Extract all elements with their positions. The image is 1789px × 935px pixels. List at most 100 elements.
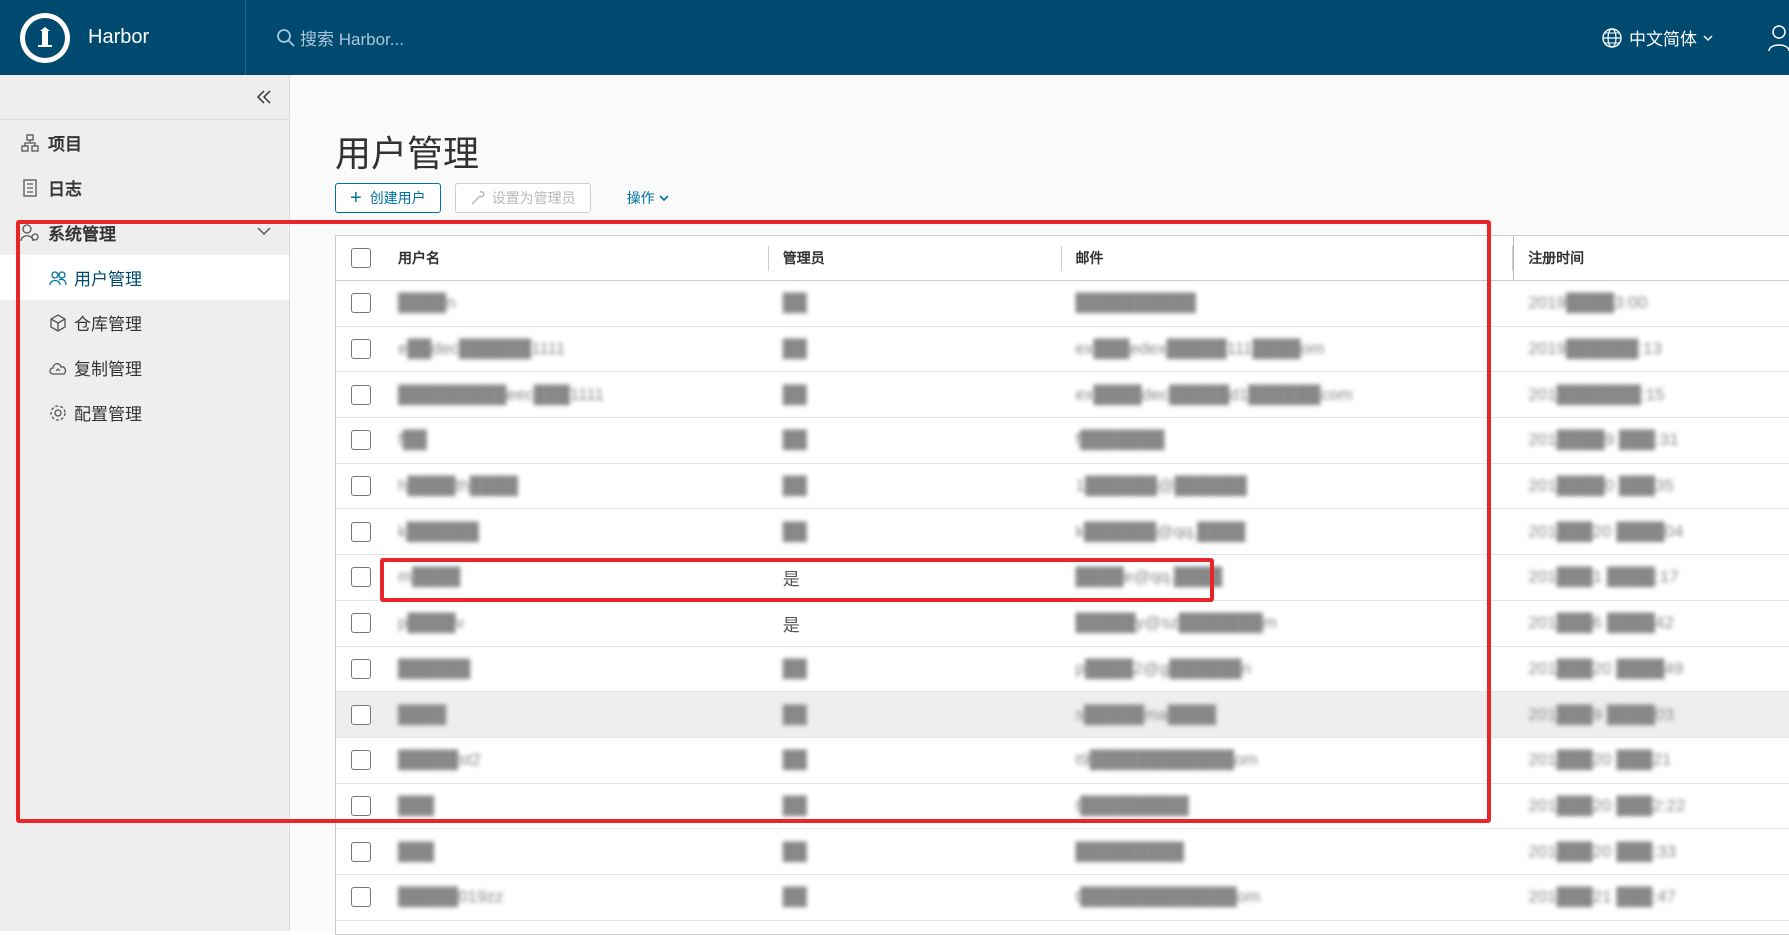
column-header-registration-time[interactable]: 注册时间 <box>1514 236 1789 280</box>
cell-email: 1██████@██████ <box>1075 476 1247 496</box>
table-row[interactable]: m████ 是 ████e@qq.████ 201███1 ████:17 <box>336 555 1789 601</box>
cell-admin: 是 <box>782 615 800 635</box>
table-row[interactable]: e██dec██████1111 ██ ex███edex█████111████o… <box>336 327 1789 373</box>
cell-admin: ██ <box>782 339 807 359</box>
cell-registration-time: 201███1 ████:17 <box>1528 567 1679 587</box>
cloud-icon <box>48 358 68 378</box>
table-row[interactable]: █████████eec███1111 ██ ex████dec█████d1███… <box>336 372 1789 419</box>
create-user-button[interactable]: + 创建用户 <box>335 183 441 213</box>
cell-email: t█████████ <box>1075 795 1189 815</box>
search-icon <box>277 28 295 47</box>
row-checkbox[interactable] <box>350 841 371 862</box>
cell-admin: ██ <box>782 750 807 770</box>
sidebar-item-projects[interactable]: 项目 <box>0 120 289 165</box>
row-checkbox[interactable] <box>350 476 371 497</box>
table-row[interactable]: ███ ██ █████████ 201███20 ███:33 <box>336 829 1789 875</box>
actions-label: 操作 <box>626 190 655 206</box>
table-row[interactable]: ██████ ██ p████2@g██████n 201███20 ████49 <box>336 647 1789 693</box>
column-header-admin[interactable]: 管理员 <box>769 236 1062 280</box>
cell-registration-time: 2019██████:13 <box>1528 339 1662 359</box>
cell-email: t9████████████om <box>1075 750 1258 770</box>
cell-email: ex████dec█████d1██████com <box>1075 384 1353 404</box>
table-row[interactable]: █████019zz ██ t█████████████om 201███21 ███… <box>336 875 1789 921</box>
cell-username: ███ <box>397 841 435 861</box>
sidebar-item-user-management[interactable]: 用户管理 <box>0 255 289 300</box>
cell-registration-time: 201███20 ████49 <box>1528 658 1684 678</box>
brand[interactable]: Harbor <box>0 0 246 75</box>
sidebar-item-configuration-management[interactable]: 配置管理 <box>0 390 289 435</box>
user-menu-icon[interactable] <box>1761 0 1789 75</box>
cell-registration-time: 201███9 ████03 <box>1528 704 1674 724</box>
row-checkbox[interactable] <box>350 521 371 542</box>
row-checkbox[interactable] <box>350 658 371 679</box>
sidebar-item-replication-management[interactable]: 复制管理 <box>0 345 289 390</box>
sidebar-item-repository-management[interactable]: 仓库管理 <box>0 300 289 345</box>
row-checkbox[interactable] <box>350 567 371 588</box>
table-row[interactable]: k██████ ██ k██████@qq.████ 201███20 ████04 <box>336 509 1789 556</box>
log-icon <box>20 178 40 198</box>
cell-admin: ██ <box>782 521 807 541</box>
row-checkbox[interactable] <box>350 293 371 314</box>
users-table: 用户名 管理员 邮件 注册时间 ████n ██ ██████████ 2019███… <box>335 235 1789 935</box>
sidebar-item-label: 用户管理 <box>74 270 142 289</box>
cell-username: █████019zz <box>397 887 504 907</box>
chevron-down-icon <box>659 195 669 202</box>
cell-username: ████n <box>397 293 456 313</box>
search-input[interactable]: 搜索 Harbor... <box>276 25 404 50</box>
table-row[interactable]: p████v 是 █████y@sz███████m 201███6 ████42 <box>336 601 1789 647</box>
table-body: ████n ██ ██████████ 2019████3:00 e██dec█████… <box>336 281 1789 921</box>
cell-registration-time: 201███20 ███21 <box>1528 750 1672 770</box>
cell-email: ████e@qq.████ <box>1075 567 1223 587</box>
row-checkbox[interactable] <box>350 430 371 451</box>
table-row[interactable]: ████n ██ ██████████ 2019████3:00 <box>336 281 1789 327</box>
sidebar-item-label: 配置管理 <box>74 405 142 424</box>
cell-registration-time: 201███20 ████04 <box>1528 521 1684 541</box>
language-selector[interactable]: 中文简体 <box>1601 25 1721 50</box>
main-content: 用户管理 + 创建用户 设置为管理员 操作 用户名 管理员 邮件 注册时间 ██… <box>290 75 1789 935</box>
cell-email: █████y@sz███████m <box>1075 613 1277 633</box>
cell-registration-time: 201███████:15 <box>1528 384 1665 404</box>
collapse-sidebar-button[interactable] <box>0 75 289 120</box>
cell-admin: ██ <box>782 384 807 404</box>
cell-username: ██████ <box>397 658 471 678</box>
actions-dropdown[interactable]: 操作 <box>627 188 671 208</box>
cell-username: h████th████ <box>397 476 518 496</box>
create-user-label: 创建用户 <box>369 190 426 206</box>
harbor-logo-icon <box>20 12 70 63</box>
cell-username: ████ <box>397 704 447 724</box>
globe-icon <box>1602 27 1622 48</box>
sidebar-item-label: 项目 <box>48 135 82 154</box>
row-checkbox[interactable] <box>350 613 371 634</box>
project-icon <box>20 133 40 153</box>
row-checkbox[interactable] <box>350 339 371 360</box>
set-admin-button[interactable]: 设置为管理员 <box>454 183 591 213</box>
row-checkbox[interactable] <box>350 887 371 908</box>
select-all-checkbox[interactable] <box>350 248 371 268</box>
cell-registration-time: 201███20 ███:33 <box>1528 841 1677 861</box>
cell-username: ███ <box>397 795 435 815</box>
row-checkbox[interactable] <box>350 704 371 725</box>
cell-email: s█████ma████ <box>1075 704 1217 724</box>
cell-admin: ██ <box>782 887 807 907</box>
column-header-email[interactable]: 邮件 <box>1062 236 1515 280</box>
table-row[interactable]: ███ ██ t█████████ 201███20 ███2:22 <box>336 784 1789 830</box>
wrench-icon <box>471 191 485 205</box>
toolbar: + 创建用户 设置为管理员 操作 <box>335 183 671 213</box>
row-checkbox[interactable] <box>350 750 371 771</box>
table-row[interactable]: f██ ██ f███████ 201████9 ███:31 <box>336 418 1789 464</box>
cell-username: █████st2 <box>397 750 481 770</box>
row-checkbox[interactable] <box>350 384 371 405</box>
sidebar-group-admin[interactable]: 系统管理 <box>0 210 289 255</box>
table-row[interactable]: ████ ██ s█████ma████ 201███9 ████03 <box>336 692 1789 738</box>
row-checkbox[interactable] <box>350 795 371 816</box>
cell-email: █████████ <box>1075 841 1184 861</box>
gear-icon <box>48 403 68 423</box>
cell-username: p████v <box>397 613 465 633</box>
sidebar-item-logs[interactable]: 日志 <box>0 165 289 210</box>
brand-name: Harbor <box>88 26 150 48</box>
admin-icon <box>20 223 40 243</box>
table-row[interactable]: █████st2 ██ t9████████████om 201███20 ███21 <box>336 738 1789 784</box>
column-header-username[interactable]: 用户名 <box>386 236 769 280</box>
table-row[interactable]: h████th████ ██ 1██████@██████ 201████0 ███3… <box>336 464 1789 510</box>
cell-admin: 是 <box>782 569 800 589</box>
